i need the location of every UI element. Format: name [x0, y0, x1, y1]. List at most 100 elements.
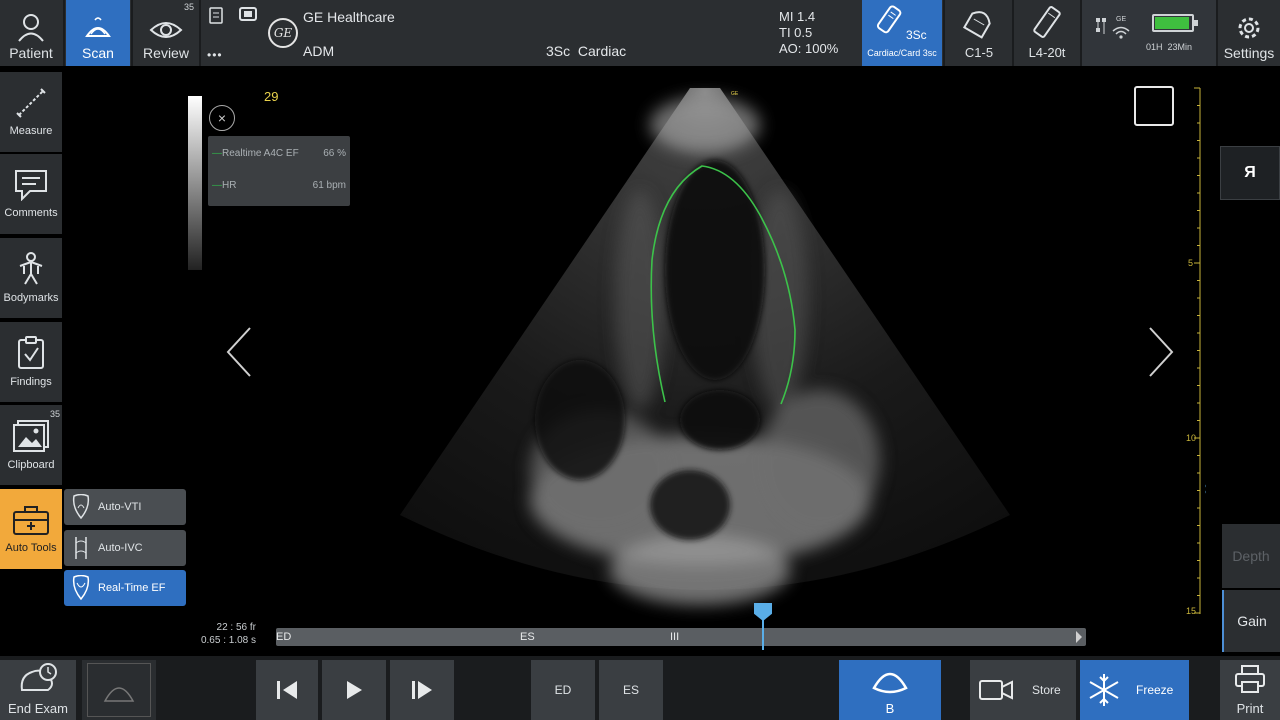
- ef-value: 66 %: [323, 147, 346, 159]
- probe-preset: 3Sc Cardiac: [546, 43, 627, 59]
- more-label: •••: [207, 48, 223, 62]
- eye-icon: [149, 22, 183, 38]
- time-remaining: 01H 23Min: [1146, 42, 1193, 52]
- next-image-arrow[interactable]: [1146, 326, 1176, 378]
- bodymark-icon: [19, 252, 43, 285]
- battery-icon: [1152, 14, 1198, 32]
- auto-ivc-button[interactable]: Auto-IVC: [64, 530, 186, 566]
- step-forward-icon: [412, 681, 432, 699]
- review-count: 35: [183, 2, 194, 12]
- depth-tick-15: 15: [1186, 606, 1196, 616]
- chat-small-icon: [239, 7, 257, 21]
- image-select-box[interactable]: [1134, 86, 1174, 126]
- findings-button[interactable]: Findings: [0, 322, 62, 402]
- probe-c15-button[interactable]: C1-5: [946, 0, 1012, 66]
- brand-name: GE Healthcare: [303, 9, 395, 25]
- gear-icon: [1238, 17, 1260, 39]
- operator-name: ADM: [303, 43, 335, 59]
- play-button[interactable]: [322, 660, 386, 720]
- top-bar: Patient Scan 35 Review ••• GE GE Healthc…: [0, 0, 1280, 66]
- es-button[interactable]: ES: [599, 660, 663, 720]
- printer-icon: [1235, 665, 1265, 693]
- depth-button[interactable]: Depth: [1222, 524, 1280, 588]
- scan-button[interactable]: Scan: [66, 0, 130, 66]
- end-exam-icon: [20, 663, 57, 691]
- ef-results-panel: Realtime A4C EF 66 % HR 61 bpm: [208, 136, 350, 206]
- gain-button[interactable]: Gain: [1222, 590, 1280, 652]
- review-label: Review: [143, 45, 189, 61]
- doppler-icon: [72, 494, 90, 520]
- store-button[interactable]: Store: [970, 660, 1076, 720]
- print-button[interactable]: Print: [1220, 660, 1280, 720]
- ivc-icon: [75, 537, 87, 559]
- image-stack-icon: [13, 420, 49, 452]
- ef-label: Realtime A4C EF: [212, 148, 299, 159]
- previous-image-arrow[interactable]: [224, 326, 254, 378]
- previous-frame-button[interactable]: [256, 660, 318, 720]
- probe-3sc-label: 3Sc: [906, 28, 927, 42]
- patient-button[interactable]: Patient: [0, 0, 62, 66]
- next-frame-button[interactable]: [390, 660, 454, 720]
- probe-3sc-button[interactable]: 3Sc Cardiac/Card 3sc: [862, 0, 942, 66]
- timeline-ed-marker[interactable]: ED: [276, 631, 291, 643]
- orientation-button[interactable]: Я: [1220, 146, 1280, 200]
- timeline-es-marker[interactable]: ES: [520, 631, 535, 643]
- measure-button[interactable]: Measure: [0, 72, 62, 152]
- comment-icon: [15, 170, 47, 201]
- comments-button[interactable]: Comments: [0, 154, 62, 234]
- more-button[interactable]: •••: [201, 0, 265, 66]
- b-mode-icon: [872, 672, 908, 694]
- timeline-position-pointer[interactable]: [754, 603, 772, 621]
- hr-label: HR: [212, 180, 236, 191]
- frame-number: 29: [264, 89, 279, 104]
- timeline-position-line: [762, 620, 764, 650]
- focus-marker: [1205, 484, 1206, 488]
- close-icon: ×: [217, 110, 227, 126]
- probe-c15-label: C1-5: [964, 45, 994, 60]
- timeline-handle[interactable]: III: [670, 631, 679, 643]
- close-overlay-button[interactable]: ×: [209, 105, 235, 131]
- probe-3sc-sublabel: Cardiac/Card 3sc: [867, 48, 937, 58]
- auto-tools-button[interactable]: Auto Tools: [0, 489, 62, 569]
- patient-icon: [18, 14, 44, 42]
- ti-value: TI 0.5: [779, 25, 813, 40]
- sector-probe-icon: [876, 5, 902, 34]
- bodymarks-button[interactable]: Bodymarks: [0, 238, 62, 318]
- depth-tick-10: 10: [1186, 433, 1196, 443]
- measure-icon: [16, 88, 46, 118]
- scan-label: Scan: [82, 45, 114, 61]
- grayscale-bar: [188, 96, 202, 270]
- auto-ivc-label: Auto-IVC: [98, 542, 143, 554]
- b-mode-label: B: [885, 701, 895, 716]
- step-back-icon: [277, 681, 297, 699]
- acoustic-output: MI 1.4 TI 0.5 AO: 100%: [779, 9, 838, 57]
- freeze-label: Freeze: [1136, 683, 1174, 697]
- system-status: GE 01H 23Min: [1082, 0, 1216, 66]
- clipboard-label: Clipboard: [7, 459, 55, 471]
- thumbnail-button[interactable]: [82, 660, 156, 720]
- ed-button[interactable]: ED: [531, 660, 595, 720]
- probe-l420t-label: L4-20t: [1028, 45, 1066, 60]
- auto-vti-button[interactable]: Auto-VTI: [64, 489, 186, 525]
- video-camera-icon: [979, 680, 1013, 700]
- cine-readout: 22 : 56 fr 0.65 : 1.08 s: [194, 621, 256, 647]
- b-mode-button[interactable]: B: [839, 660, 941, 720]
- time-readout: 0.65 : 1.08 s: [200, 635, 256, 646]
- probe-l420t-button[interactable]: L4-20t: [1014, 0, 1080, 66]
- freeze-button[interactable]: Freeze: [1080, 660, 1189, 720]
- real-time-ef-button[interactable]: Real-Time EF: [64, 570, 186, 606]
- linear-probe-icon: [1033, 6, 1061, 38]
- wifi-label: GE: [1116, 16, 1127, 23]
- end-exam-button[interactable]: End Exam: [0, 660, 76, 720]
- auto-tools-label: Auto Tools: [5, 542, 57, 554]
- settings-button[interactable]: Settings: [1218, 0, 1280, 66]
- cine-timeline[interactable]: ED ES III: [276, 628, 1086, 646]
- review-button[interactable]: 35 Review: [134, 0, 198, 66]
- network-icon: [1096, 18, 1106, 34]
- toolbox-icon: [13, 506, 49, 535]
- depth-scale: 5 10 15: [1186, 87, 1206, 616]
- clipboard-button[interactable]: 35 Clipboard: [0, 405, 62, 485]
- real-time-ef-label: Real-Time EF: [98, 582, 166, 594]
- clipboard-check-icon: [18, 336, 44, 369]
- patient-label: Patient: [9, 45, 53, 61]
